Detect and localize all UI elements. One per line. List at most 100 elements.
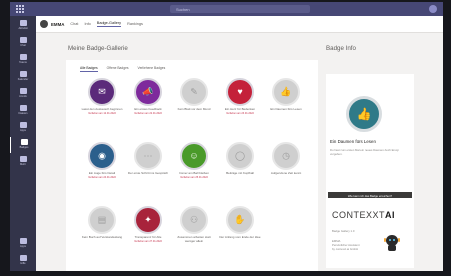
badge-disc: ⋯ bbox=[134, 142, 162, 170]
badge-disc: 👍 bbox=[272, 78, 300, 106]
page-title: Meine Badge-Gallerie bbox=[68, 45, 128, 52]
rail-item-chat[interactable]: Chat bbox=[10, 35, 36, 51]
badge-disc: ✉ bbox=[88, 78, 116, 106]
badge-item[interactable]: ◷ Aufgerufene Zeit kennt bbox=[264, 142, 308, 176]
tab-badge-gallery[interactable]: Badge-Gallery bbox=[96, 21, 122, 27]
filter-open-badges[interactable]: Offene Badges bbox=[107, 66, 129, 72]
rail-item-apps[interactable]: Apps bbox=[10, 120, 36, 136]
badge-item[interactable]: ⋯ Der erste Schritt ins Gespräch bbox=[126, 142, 170, 176]
badge-item[interactable]: ▤ Kein Buch auf Verstandeslang bbox=[80, 206, 124, 240]
search-input[interactable]: Suchen bbox=[170, 5, 310, 13]
thumb-up-icon: 👍 bbox=[356, 107, 372, 121]
badge-icon bbox=[20, 139, 28, 145]
badge-name: Beiträge mit Kopfball bbox=[226, 171, 254, 175]
filter-awarded-badges[interactable]: Verliehene Badges bbox=[138, 66, 166, 72]
badge-awarded-date: Verliehen am 24.01.2022 bbox=[88, 175, 116, 179]
badge-name: Kein Blatt vor dem Mund bbox=[177, 107, 211, 111]
badge-name: Zusammen arbeiten statt weniger allein bbox=[177, 235, 211, 243]
badge-info-card: 👍 Ein Daumen fürs Lesen Du hast zum erst… bbox=[326, 74, 414, 206]
people-icon: ⚇ bbox=[189, 214, 199, 225]
badge-item[interactable]: ✋ Der Anfang vom Ende der Idee bbox=[218, 206, 262, 240]
badge-item[interactable]: ⚇ Zusammen arbeiten statt weniger allein bbox=[172, 206, 216, 243]
more-icon bbox=[19, 156, 27, 162]
rail-item-calendar[interactable]: Kalender bbox=[10, 69, 36, 85]
files-icon bbox=[19, 105, 27, 111]
book-icon: ▤ bbox=[97, 214, 107, 225]
app-name: EMMA bbox=[51, 21, 65, 27]
hands-icon: ✋ bbox=[234, 214, 246, 225]
heart-icon: ♥ bbox=[237, 86, 243, 97]
footsteps-icon: ⋯ bbox=[143, 150, 153, 161]
badge-awarded-date: Verliehen am 25.01.2022 bbox=[180, 175, 208, 179]
contexxt-logo: CONTEXXTAI bbox=[332, 210, 396, 220]
rail-item-calls[interactable]: Anrufe bbox=[10, 86, 36, 102]
badge-name: Der erste Schritt ins Gespräch bbox=[127, 171, 169, 175]
badge-name: Ein Daumen fürs Lesen bbox=[270, 107, 302, 111]
badge-item[interactable]: ☺ Immer am Ball bleiben Verliehen am 25.01… bbox=[172, 142, 216, 179]
robot-mascot-icon bbox=[384, 234, 400, 252]
app-logo bbox=[40, 20, 48, 28]
selected-badge-name: Ein Daumen fürs Lesen bbox=[330, 139, 376, 144]
badge-disc: ▤ bbox=[88, 206, 116, 234]
megaphone-icon: 📣 bbox=[142, 86, 154, 97]
badge-disc: ⚇ bbox=[180, 206, 208, 234]
filter-all-badges[interactable]: Alle Badges bbox=[80, 66, 98, 72]
gift-icon: ✦ bbox=[144, 214, 152, 225]
chat-bubble-icon: ✉ bbox=[98, 86, 106, 97]
badge-disc: ◉ bbox=[88, 142, 116, 170]
badge-awarded-date: Verliehen am 12.01.2022 bbox=[88, 111, 116, 115]
badge-disc: ♥ bbox=[226, 78, 254, 106]
rail-item-more[interactable]: Mehr bbox=[10, 154, 36, 170]
clock-icon: ◷ bbox=[282, 150, 290, 161]
teams-left-rail: Aktivität Chat Teams Kalender Anrufe Dat… bbox=[10, 16, 36, 271]
badge-disc: 📣 bbox=[134, 78, 162, 106]
badge-disc: ✋ bbox=[226, 206, 254, 234]
rail-item-badges[interactable]: Badges bbox=[10, 137, 37, 153]
badge-item[interactable]: ✦ Transparenz für Alle Verliehen am 27.01.… bbox=[126, 206, 170, 243]
teams-icon bbox=[19, 54, 27, 60]
badge-item[interactable]: ◉ Ein Auge fürs Detail Verliehen am 24.01.… bbox=[80, 142, 124, 179]
selected-badge-description: Du hast zum ersten Mal ein neues Daumen-… bbox=[330, 148, 399, 156]
app-area: EMMA Chat Info Badge-Gallery Rankings Me… bbox=[36, 16, 443, 271]
rail-item-teams[interactable]: Teams bbox=[10, 52, 36, 68]
apps-icon bbox=[19, 122, 27, 128]
badge-awarded-date: Verliehen am 22.01.2022 bbox=[134, 111, 162, 115]
chat-icon bbox=[19, 37, 27, 43]
badge-disc: ◷ bbox=[272, 142, 300, 170]
badge-name: Kein Buch auf Verstandeslang bbox=[81, 235, 123, 239]
rail-item-help[interactable]: Hilfe bbox=[10, 253, 36, 269]
teams-top-bar: Suchen bbox=[10, 2, 443, 16]
badge-awarded-date: Verliehen am 27.01.2022 bbox=[134, 239, 162, 243]
search-placeholder: Suchen bbox=[176, 6, 190, 12]
rail-item-activity[interactable]: Aktivität bbox=[10, 18, 36, 34]
help-icon bbox=[19, 255, 27, 261]
person-icon: ☺ bbox=[189, 150, 199, 161]
ball-icon: ◯ bbox=[234, 150, 246, 161]
calendar-icon bbox=[19, 71, 27, 77]
badge-name: Aufgerufene Zeit kennt bbox=[270, 171, 302, 175]
badge-item[interactable]: 📣 Ein erstes Feedback Verliehen am 22.01.2… bbox=[126, 78, 170, 115]
badge-disc: ✦ bbox=[134, 206, 162, 234]
thumb-up-icon: 👍 bbox=[280, 86, 292, 97]
eye-icon: ◉ bbox=[98, 150, 106, 161]
badge-item[interactable]: ✎ Kein Blatt vor dem Mund bbox=[172, 78, 216, 112]
brand-line: Badge Gallery 1.0 bbox=[332, 229, 355, 233]
tab-info[interactable]: Info bbox=[84, 22, 90, 26]
app-launcher-icon[interactable] bbox=[16, 5, 24, 13]
avatar[interactable] bbox=[429, 5, 437, 13]
bell-icon bbox=[19, 20, 27, 26]
badge-awarded-date: Verliehen am 23.01.2022 bbox=[226, 111, 254, 115]
rail-item-store[interactable]: Apps bbox=[10, 236, 36, 252]
badge-item[interactable]: ✉ Lasst den Austausch beginnen Verliehen a… bbox=[80, 78, 124, 115]
speech-icon: ✎ bbox=[190, 86, 198, 97]
badge-disc: ☺ bbox=[180, 142, 208, 170]
tab-rankings[interactable]: Rankings bbox=[127, 22, 143, 26]
rail-item-files[interactable]: Dateien bbox=[10, 103, 36, 119]
brand-line: by contexxt.ai GmbH bbox=[332, 247, 358, 251]
badge-item[interactable]: ♥ Ein Herz für Bedenken Verliehen am 23.01… bbox=[218, 78, 262, 115]
tab-chat[interactable]: Chat bbox=[70, 22, 78, 26]
badge-item[interactable]: 👍 Ein Daumen fürs Lesen bbox=[264, 78, 308, 112]
badge-info-title: Badge Info bbox=[326, 45, 356, 52]
badge-disc: ◯ bbox=[226, 142, 254, 170]
badge-item[interactable]: ◯ Beiträge mit Kopfball bbox=[218, 142, 262, 176]
